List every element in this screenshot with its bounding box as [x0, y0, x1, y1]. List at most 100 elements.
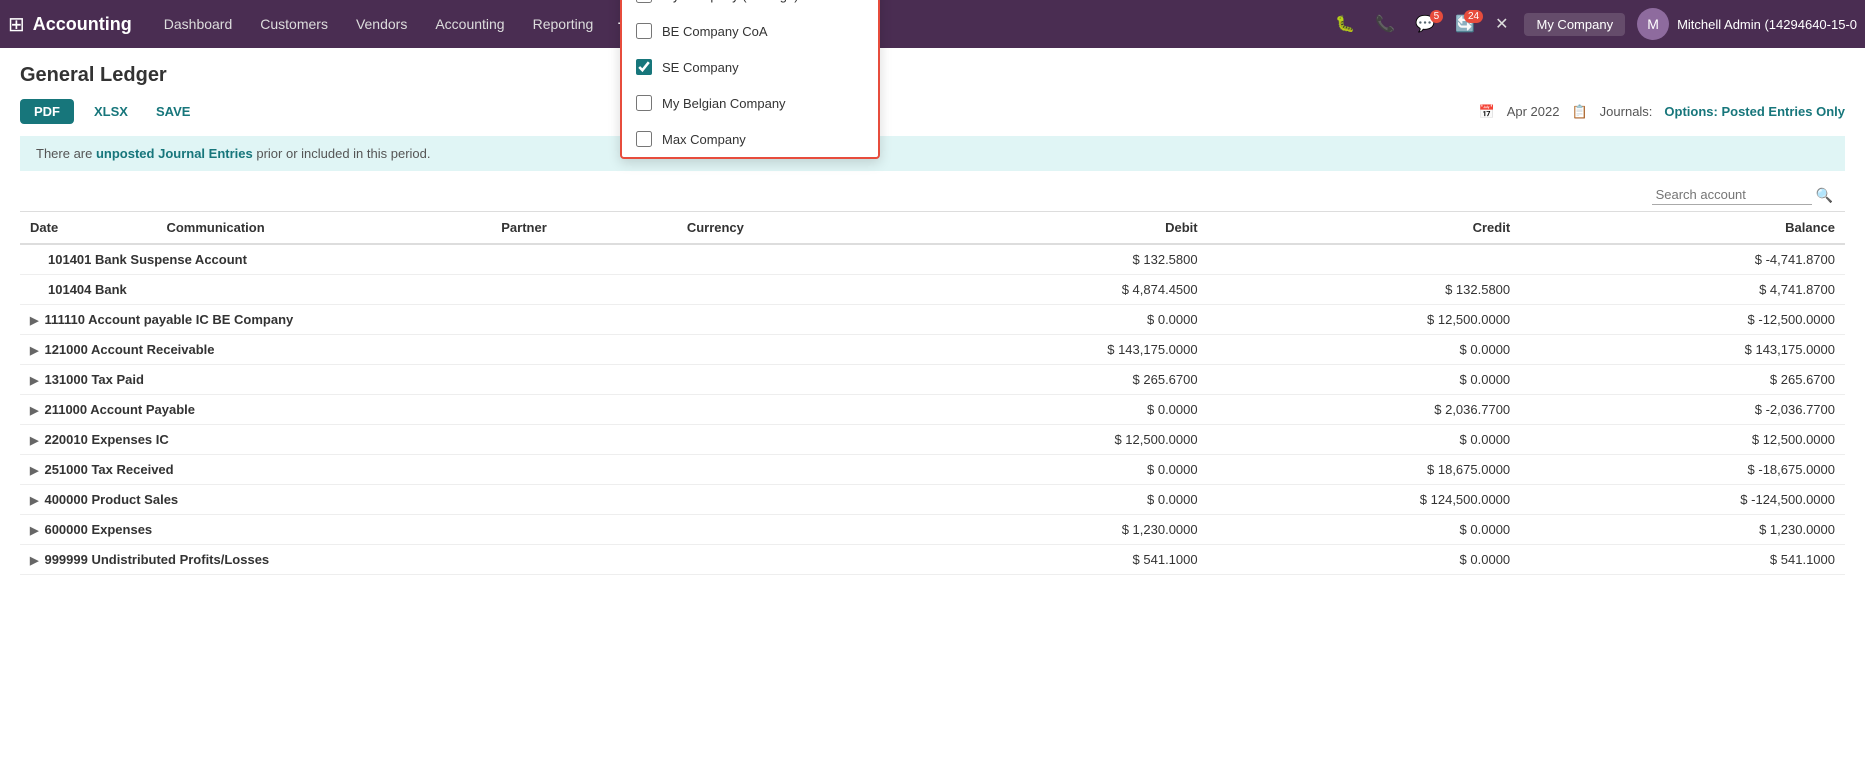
balance-value: $ -2,036.7700: [1520, 395, 1845, 425]
credit-value: $ 0.0000: [1208, 335, 1521, 365]
expand-icon[interactable]: ▶: [30, 315, 38, 327]
page-title: General Ledger: [20, 64, 1845, 87]
account-name: ▶121000 Account Receivable: [20, 335, 895, 365]
col-balance: Balance: [1520, 212, 1845, 244]
chat-badge: 5: [1430, 10, 1444, 23]
credit-value: $ 0.0000: [1208, 545, 1521, 575]
debit-value: $ 0.0000: [895, 455, 1208, 485]
app-grid-icon[interactable]: ⊞: [8, 12, 25, 37]
company-checkbox-se[interactable]: [636, 59, 652, 75]
search-icon: 🔍: [1816, 187, 1833, 204]
company-label-be-coa: BE Company CoA: [662, 24, 768, 39]
expand-icon[interactable]: ▶: [30, 555, 38, 567]
toolbar: PDF XLSX SAVE 📅 Apr 2022 📋 Journals: Opt…: [20, 99, 1845, 124]
company-label-chicago: My Company (Chicago): [662, 0, 799, 3]
search-account-input[interactable]: [1652, 185, 1812, 205]
company-checkbox-be-coa[interactable]: [636, 23, 652, 39]
credit-value: $ 12,500.0000: [1208, 305, 1521, 335]
table-wrapper: My Company My Company (Chicago) BE Compa…: [20, 179, 1845, 575]
table-row: ▶111110 Account payable IC BE Company $ …: [20, 305, 1845, 335]
company-label-belgian: My Belgian Company: [662, 96, 786, 111]
refresh-icon[interactable]: 🔄24: [1447, 14, 1483, 34]
close-icon[interactable]: ✕: [1487, 14, 1516, 34]
credit-value: $ 18,675.0000: [1208, 455, 1521, 485]
journals-icon: 📋: [1571, 104, 1587, 120]
account-name: ▶999999 Undistributed Profits/Losses: [20, 545, 895, 575]
company-label-se: SE Company: [662, 60, 739, 75]
table-row: ▶220010 Expenses IC $ 12,500.0000 $ 0.00…: [20, 425, 1845, 455]
company-button[interactable]: My Company: [1524, 13, 1625, 36]
search-account-area: 🔍: [20, 179, 1845, 212]
balance-value: $ 143,175.0000: [1520, 335, 1845, 365]
credit-value: [1208, 244, 1521, 275]
table-row: ▶600000 Expenses $ 1,230.0000 $ 0.0000 $…: [20, 515, 1845, 545]
xlsx-button[interactable]: XLSX: [86, 99, 136, 124]
debit-value: $ 1,230.0000: [895, 515, 1208, 545]
debit-value: $ 541.1000: [895, 545, 1208, 575]
credit-value: $ 132.5800: [1208, 275, 1521, 305]
journals-label: Journals:: [1600, 104, 1653, 119]
balance-value: $ 541.1000: [1520, 545, 1845, 575]
balance-value: $ 4,741.8700: [1520, 275, 1845, 305]
user-name: Mitchell Admin (14294640-15-0: [1677, 17, 1857, 32]
company-option-be-coa[interactable]: BE Company CoA: [622, 13, 878, 49]
account-name: 101404 Bank: [20, 275, 895, 305]
company-checkbox-chicago[interactable]: [636, 0, 652, 3]
nav-customers[interactable]: Customers: [248, 10, 340, 38]
col-communication: Communication: [156, 212, 491, 244]
save-button[interactable]: SAVE: [148, 99, 198, 124]
account-name: ▶600000 Expenses: [20, 515, 895, 545]
filter-area: 📅 Apr 2022 📋 Journals: Options: Posted E…: [1479, 104, 1845, 120]
balance-value: $ 12,500.0000: [1520, 425, 1845, 455]
balance-value: $ 265.6700: [1520, 365, 1845, 395]
debit-value: $ 265.6700: [895, 365, 1208, 395]
account-name: 101401 Bank Suspense Account: [20, 244, 895, 275]
unposted-entries-link[interactable]: unposted Journal Entries: [96, 146, 253, 161]
company-label-max: Max Company: [662, 132, 746, 147]
table-row: ▶121000 Account Receivable $ 143,175.000…: [20, 335, 1845, 365]
calendar-icon: 📅: [1479, 104, 1495, 120]
nav-accounting[interactable]: Accounting: [423, 10, 516, 38]
company-option-se[interactable]: SE Company: [622, 49, 878, 85]
table-row: ▶131000 Tax Paid $ 265.6700 $ 0.0000 $ 2…: [20, 365, 1845, 395]
chat-icon[interactable]: 💬5: [1407, 14, 1443, 34]
debit-value: $ 132.5800: [895, 244, 1208, 275]
expand-icon[interactable]: ▶: [30, 465, 38, 477]
balance-value: $ -18,675.0000: [1520, 455, 1845, 485]
filter-options[interactable]: Options: Posted Entries Only: [1664, 104, 1845, 119]
account-name: ▶220010 Expenses IC: [20, 425, 895, 455]
bug-icon[interactable]: 🐛: [1327, 14, 1363, 34]
phone-icon[interactable]: 📞: [1367, 14, 1403, 34]
table-row: 101404 Bank $ 4,874.4500 $ 132.5800 $ 4,…: [20, 275, 1845, 305]
debit-value: $ 143,175.0000: [895, 335, 1208, 365]
page-content: General Ledger PDF XLSX SAVE 📅 Apr 2022 …: [0, 48, 1865, 591]
expand-icon[interactable]: ▶: [30, 495, 38, 507]
pdf-button[interactable]: PDF: [20, 99, 74, 124]
nav-vendors[interactable]: Vendors: [344, 10, 419, 38]
top-navigation: ⊞ Accounting Dashboard Customers Vendors…: [0, 0, 1865, 48]
col-debit: Debit: [895, 212, 1208, 244]
table-row: ▶999999 Undistributed Profits/Losses $ 5…: [20, 545, 1845, 575]
date-filter[interactable]: Apr 2022: [1507, 104, 1560, 119]
company-checkbox-belgian[interactable]: [636, 95, 652, 111]
company-option-belgian[interactable]: My Belgian Company: [622, 85, 878, 121]
expand-icon[interactable]: ▶: [30, 345, 38, 357]
nav-dashboard[interactable]: Dashboard: [152, 10, 245, 38]
col-partner: Partner: [491, 212, 677, 244]
user-info[interactable]: M Mitchell Admin (14294640-15-0: [1637, 8, 1857, 40]
balance-value: $ -124,500.0000: [1520, 485, 1845, 515]
expand-icon[interactable]: ▶: [30, 405, 38, 417]
company-option-max[interactable]: Max Company: [622, 121, 878, 157]
account-name: ▶251000 Tax Received: [20, 455, 895, 485]
company-option-chicago[interactable]: My Company (Chicago): [622, 0, 878, 13]
table-row: ▶211000 Account Payable $ 0.0000 $ 2,036…: [20, 395, 1845, 425]
nav-reporting[interactable]: Reporting: [521, 10, 606, 38]
avatar: M: [1637, 8, 1669, 40]
expand-icon[interactable]: ▶: [30, 375, 38, 387]
company-checkbox-max[interactable]: [636, 131, 652, 147]
account-name: ▶111110 Account payable IC BE Company: [20, 305, 895, 335]
expand-icon[interactable]: ▶: [30, 435, 38, 447]
debit-value: $ 0.0000: [895, 305, 1208, 335]
expand-icon[interactable]: ▶: [30, 525, 38, 537]
refresh-badge: 24: [1464, 10, 1483, 23]
